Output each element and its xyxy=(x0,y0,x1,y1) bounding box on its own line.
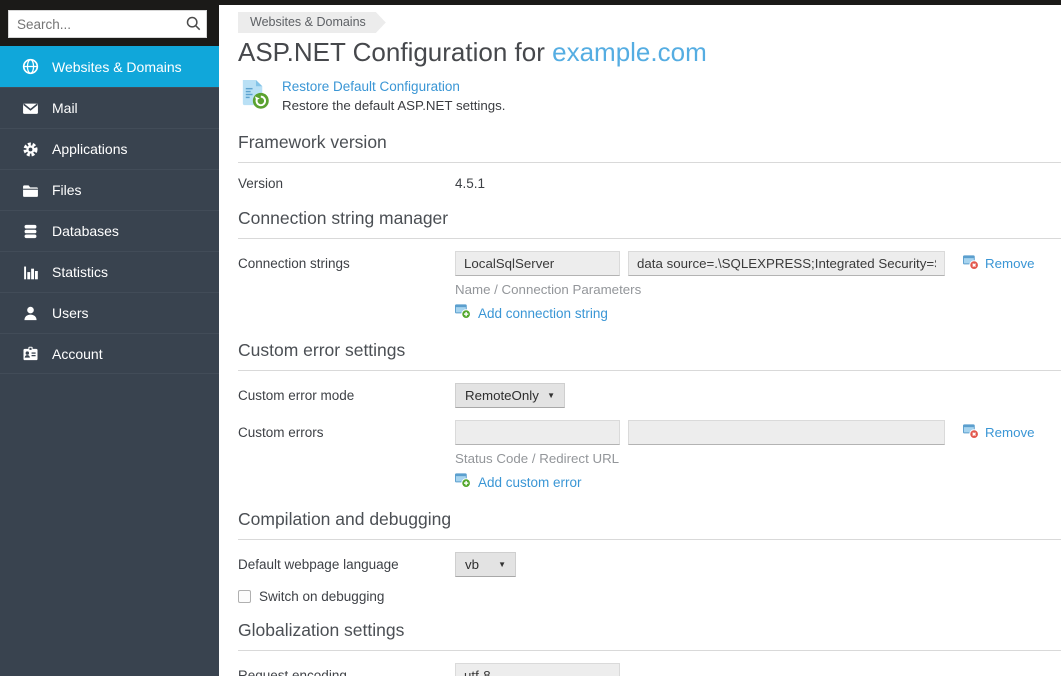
main-content: Websites & Domains ASP.NET Configuration… xyxy=(219,5,1061,676)
restore-default-description: Restore the default ASP.NET settings. xyxy=(282,98,505,113)
section-heading-framework-version: Framework version xyxy=(238,132,1061,163)
custom-errors-row: Custom errors Remove Status Code / Redir… xyxy=(238,420,1061,493)
remove-icon xyxy=(963,254,979,273)
restore-default-tool: Restore Default Configuration Restore th… xyxy=(238,78,1061,116)
default-language-value: vb xyxy=(465,557,479,572)
globe-icon xyxy=(21,58,39,75)
dropdown-caret-icon: ▼ xyxy=(498,560,506,569)
page-title-text: ASP.NET Configuration for xyxy=(238,37,552,67)
default-language-label: Default webpage language xyxy=(238,552,455,577)
sidebar-item-label: Statistics xyxy=(52,264,108,280)
sidebar-item-mail[interactable]: Mail xyxy=(0,87,219,128)
sidebar-item-label: Applications xyxy=(52,141,128,157)
custom-error-mode-select[interactable]: RemoteOnly ▼ xyxy=(455,383,565,408)
switch-debugging-label: Switch on debugging xyxy=(259,589,384,604)
breadcrumb-label: Websites & Domains xyxy=(250,15,366,29)
restore-config-icon xyxy=(238,78,271,116)
id-badge-icon xyxy=(21,345,39,362)
switch-debugging-checkbox[interactable] xyxy=(238,590,251,603)
connection-strings-hint: Name / Connection Parameters xyxy=(455,282,1035,297)
restore-default-text: Restore Default Configuration Restore th… xyxy=(282,78,505,113)
remove-connection-string-link[interactable]: Remove xyxy=(963,251,1035,276)
breadcrumb[interactable]: Websites & Domains xyxy=(238,12,386,33)
restore-default-link[interactable]: Restore Default Configuration xyxy=(282,79,505,94)
request-encoding-input[interactable] xyxy=(455,663,620,676)
sidebar: Websites & Domains Mail Applications Fil… xyxy=(0,0,219,676)
sidebar-menu: Websites & Domains Mail Applications Fil… xyxy=(0,46,219,374)
custom-errors-label: Custom errors xyxy=(238,420,455,445)
search-icon[interactable] xyxy=(186,16,201,36)
switch-debugging-row: Switch on debugging xyxy=(238,589,1061,604)
gear-icon xyxy=(21,141,39,158)
sidebar-item-files[interactable]: Files xyxy=(0,169,219,210)
remove-custom-error-link[interactable]: Remove xyxy=(963,420,1035,445)
custom-error-mode-row: Custom error mode RemoteOnly ▼ xyxy=(238,383,1061,408)
connection-name-input[interactable] xyxy=(455,251,620,276)
default-language-row: Default webpage language vb ▼ xyxy=(238,552,1061,577)
add-custom-error-label: Add custom error xyxy=(478,474,582,492)
section-heading-custom-errors: Custom error settings xyxy=(238,340,1061,371)
sidebar-item-label: Users xyxy=(52,305,89,321)
connection-strings-row: Connection strings Remove Name / Connect… xyxy=(238,251,1061,324)
search-input[interactable] xyxy=(8,10,207,38)
remove-icon xyxy=(963,423,979,442)
section-heading-compilation: Compilation and debugging xyxy=(238,509,1061,540)
version-label: Version xyxy=(238,175,455,192)
add-icon xyxy=(455,472,471,493)
connection-strings-label: Connection strings xyxy=(238,251,455,276)
sidebar-item-databases[interactable]: Databases xyxy=(0,210,219,251)
sidebar-item-websites-domains[interactable]: Websites & Domains xyxy=(0,46,219,87)
custom-error-status-input[interactable] xyxy=(455,420,620,445)
custom-errors-hint: Status Code / Redirect URL xyxy=(455,451,1035,466)
top-bar xyxy=(0,0,1061,5)
bar-chart-icon xyxy=(21,264,39,281)
database-icon xyxy=(21,223,39,240)
add-connection-string-link[interactable]: Add connection string xyxy=(455,303,608,324)
add-custom-error-link[interactable]: Add custom error xyxy=(455,472,582,493)
custom-errors-fields: Remove Status Code / Redirect URL Add cu… xyxy=(455,420,1035,493)
mail-icon xyxy=(21,100,39,117)
custom-error-url-input[interactable] xyxy=(628,420,945,445)
remove-label: Remove xyxy=(985,425,1035,440)
sidebar-item-statistics[interactable]: Statistics xyxy=(0,251,219,292)
request-encoding-label: Request encoding xyxy=(238,663,455,676)
remove-label: Remove xyxy=(985,256,1035,271)
folder-icon xyxy=(21,182,39,199)
sidebar-item-label: Account xyxy=(52,346,103,362)
sidebar-item-label: Files xyxy=(52,182,82,198)
request-encoding-row: Request encoding xyxy=(238,663,1061,676)
sidebar-item-applications[interactable]: Applications xyxy=(0,128,219,169)
sidebar-item-users[interactable]: Users xyxy=(0,292,219,333)
connection-params-input[interactable] xyxy=(628,251,945,276)
connection-strings-fields: Remove Name / Connection Parameters Add … xyxy=(455,251,1035,324)
sidebar-item-label: Databases xyxy=(52,223,119,239)
framework-version-row: Version 4.5.1 xyxy=(238,175,1061,192)
version-value: 4.5.1 xyxy=(455,175,485,192)
sidebar-item-label: Mail xyxy=(52,100,78,116)
custom-error-mode-label: Custom error mode xyxy=(238,383,455,408)
dropdown-caret-icon: ▼ xyxy=(547,391,555,400)
section-heading-connection-strings: Connection string manager xyxy=(238,208,1061,239)
add-icon xyxy=(455,303,471,324)
sidebar-search xyxy=(0,0,219,46)
page-title: ASP.NET Configuration for example.com xyxy=(238,37,1061,68)
domain-link[interactable]: example.com xyxy=(552,37,707,67)
default-language-select[interactable]: vb ▼ xyxy=(455,552,516,577)
sidebar-item-account[interactable]: Account xyxy=(0,333,219,374)
add-connection-string-label: Add connection string xyxy=(478,305,608,323)
section-heading-globalization: Globalization settings xyxy=(238,620,1061,651)
sidebar-item-label: Websites & Domains xyxy=(52,59,182,75)
custom-error-mode-value: RemoteOnly xyxy=(465,388,539,403)
user-icon xyxy=(21,305,39,322)
